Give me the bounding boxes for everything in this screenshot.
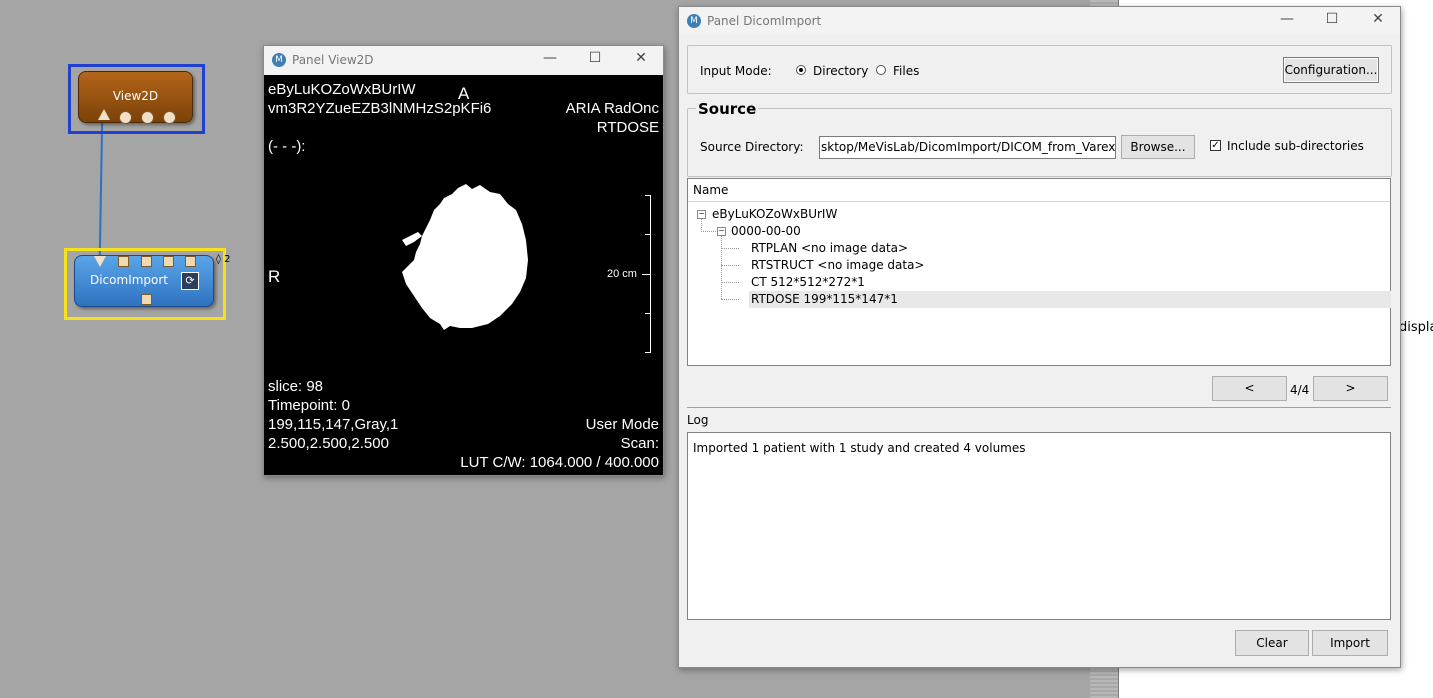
dicom-output-port-3[interactable] bbox=[163, 256, 174, 267]
tree-patient-label: eByLuKOZoWxBUrIW bbox=[712, 207, 838, 221]
radio-directory-label[interactable]: Directory bbox=[813, 64, 868, 78]
view2d-output-port-3[interactable] bbox=[163, 111, 176, 124]
tree-guide bbox=[701, 231, 718, 232]
overlay-patient-id: eByLuKOZoWxBUrIW bbox=[268, 81, 416, 98]
configuration-button[interactable]: Configuration... bbox=[1283, 57, 1379, 83]
dicom-module-label: DicomImport bbox=[89, 273, 169, 287]
source-dir-label: Source Directory: bbox=[700, 140, 804, 154]
overlay-scan: Scan: bbox=[620, 435, 659, 452]
dicom-bottom-port[interactable] bbox=[141, 294, 152, 305]
maximize-icon[interactable]: ☐ bbox=[585, 50, 605, 66]
scale-bar bbox=[642, 195, 651, 353]
view2d-output-port-2[interactable] bbox=[141, 111, 154, 124]
tree-guide bbox=[721, 248, 739, 249]
dicom-title: Panel DicomImport bbox=[707, 14, 822, 28]
overlay-lut: LUT C/W: 1064.000 / 400.000 bbox=[460, 454, 659, 471]
view2d-module-label: View2D bbox=[112, 89, 159, 103]
tree-guide bbox=[721, 265, 739, 266]
maximize-icon[interactable]: ☐ bbox=[1322, 11, 1342, 27]
overlay-window-info: (- - -): bbox=[268, 138, 306, 155]
next-page-button[interactable]: > bbox=[1313, 376, 1388, 401]
scale-label: 20 cm bbox=[607, 268, 637, 280]
tree-series-label: RTPLAN <no image data> bbox=[751, 241, 909, 255]
radio-directory[interactable] bbox=[796, 65, 806, 75]
tree-row-patient[interactable]: eByLuKOZoWxBUrIW bbox=[712, 206, 837, 223]
tree-row-series[interactable]: RTSTRUCT <no image data> bbox=[751, 257, 924, 274]
module-connection[interactable] bbox=[98, 116, 104, 258]
dicomimport-panel-window: M Panel DicomImport — ☐ ✕ Input Mode: Di… bbox=[678, 6, 1401, 668]
tree-guide bbox=[721, 299, 739, 300]
app-icon: M bbox=[687, 14, 701, 28]
tree-series-label: CT 512*512*272*1 bbox=[751, 275, 865, 289]
tree-column-name[interactable]: Name bbox=[693, 183, 728, 197]
diamond-icon: ◊ bbox=[216, 254, 221, 265]
tree-row-series-selected[interactable]: RTDOSE 199*115*147*1 bbox=[749, 291, 1391, 308]
dicomimport-module[interactable]: DicomImport ⟳ bbox=[74, 255, 214, 307]
page-indicator: 4/4 bbox=[1290, 383, 1310, 397]
view2d-viewer[interactable]: eByLuKOZoWxBUrIW vm3R2YZueEZB3lNMHzS2pKF… bbox=[264, 75, 663, 475]
overlay-user-mode: User Mode bbox=[585, 416, 659, 433]
prev-page-button[interactable]: < bbox=[1212, 376, 1287, 401]
tree-header[interactable]: Name bbox=[688, 179, 1390, 202]
log-label: Log bbox=[687, 413, 709, 427]
source-dir-field[interactable]: sktop/MeVisLab/DicomImport/DICOM_from_Va… bbox=[819, 136, 1116, 159]
collapse-icon[interactable]: − bbox=[717, 227, 726, 236]
dicom-titlebar[interactable]: M Panel DicomImport — ☐ ✕ bbox=[679, 7, 1400, 35]
orientation-left: R bbox=[268, 267, 281, 286]
view2d-module[interactable]: View2D bbox=[78, 71, 193, 124]
overlay-spacing: 2.500,2.500,2.500 bbox=[268, 435, 389, 452]
dicom-output-port-1[interactable] bbox=[118, 256, 129, 267]
radio-files-label[interactable]: Files bbox=[893, 64, 919, 78]
collapse-icon[interactable]: − bbox=[697, 210, 706, 219]
clear-button[interactable]: Clear bbox=[1235, 630, 1309, 656]
minimize-icon[interactable]: — bbox=[540, 50, 560, 66]
refresh-icon[interactable]: ⟳ bbox=[181, 272, 199, 290]
view2d-input-port[interactable] bbox=[98, 109, 110, 120]
log-text: Imported 1 patient with 1 study and crea… bbox=[693, 441, 1026, 455]
view2d-output-port-1[interactable] bbox=[119, 111, 132, 124]
tree-series-label: RTDOSE 199*115*147*1 bbox=[751, 292, 898, 306]
paging-separator bbox=[687, 407, 1391, 408]
background-clipped-text: displa bbox=[1399, 320, 1433, 335]
import-button[interactable]: Import bbox=[1312, 630, 1388, 656]
series-tree[interactable]: Name − eByLuKOZoWxBUrIW − 0000-00-00 RTP… bbox=[687, 178, 1391, 366]
dose-region-image bbox=[402, 184, 528, 330]
tree-row-series[interactable]: CT 512*512*272*1 bbox=[751, 274, 865, 291]
overlay-device: ARIA RadOnc bbox=[565, 100, 659, 117]
dicom-output-port-2[interactable] bbox=[141, 256, 152, 267]
close-icon[interactable]: ✕ bbox=[1368, 11, 1388, 27]
tree-row-series[interactable]: RTPLAN <no image data> bbox=[751, 240, 908, 257]
input-mode-label: Input Mode: bbox=[700, 64, 772, 78]
orientation-top: A bbox=[458, 84, 470, 103]
include-subdirs-label[interactable]: Include sub-directories bbox=[1227, 139, 1364, 153]
overlay-slice: slice: 98 bbox=[268, 378, 324, 395]
view2d-titlebar[interactable]: M Panel View2D — ☐ ✕ bbox=[264, 46, 663, 74]
view2d-title: Panel View2D bbox=[292, 53, 374, 67]
dicom-input-port[interactable] bbox=[94, 256, 106, 267]
instance-count: 2 bbox=[224, 254, 231, 265]
overlay-dims: 199,115,147,Gray,1 bbox=[268, 416, 399, 433]
overlay-modality: RTDOSE bbox=[596, 119, 659, 136]
tree-guide bbox=[721, 282, 739, 283]
tree-series-label: RTSTRUCT <no image data> bbox=[751, 258, 925, 272]
radio-files[interactable] bbox=[876, 65, 886, 75]
tree-study-label: 0000-00-00 bbox=[731, 224, 801, 238]
log-area[interactable]: Imported 1 patient with 1 study and crea… bbox=[687, 432, 1391, 620]
source-heading: Source bbox=[696, 100, 759, 118]
dicom-output-port-4[interactable] bbox=[185, 256, 196, 267]
include-subdirs-checkbox[interactable]: ✓ bbox=[1210, 140, 1221, 151]
instance-badge: ◊ 2 bbox=[216, 254, 231, 265]
minimize-icon[interactable]: — bbox=[1277, 11, 1297, 27]
browse-button[interactable]: Browse... bbox=[1121, 135, 1195, 159]
tree-row-study[interactable]: 0000-00-00 bbox=[731, 223, 801, 240]
view2d-panel-window: M Panel View2D — ☐ ✕ eByLuKOZoWxBUrIW vm… bbox=[263, 45, 664, 476]
overlay-timepoint: Timepoint: 0 bbox=[268, 397, 350, 414]
close-icon[interactable]: ✕ bbox=[631, 50, 651, 66]
app-icon: M bbox=[272, 53, 286, 67]
